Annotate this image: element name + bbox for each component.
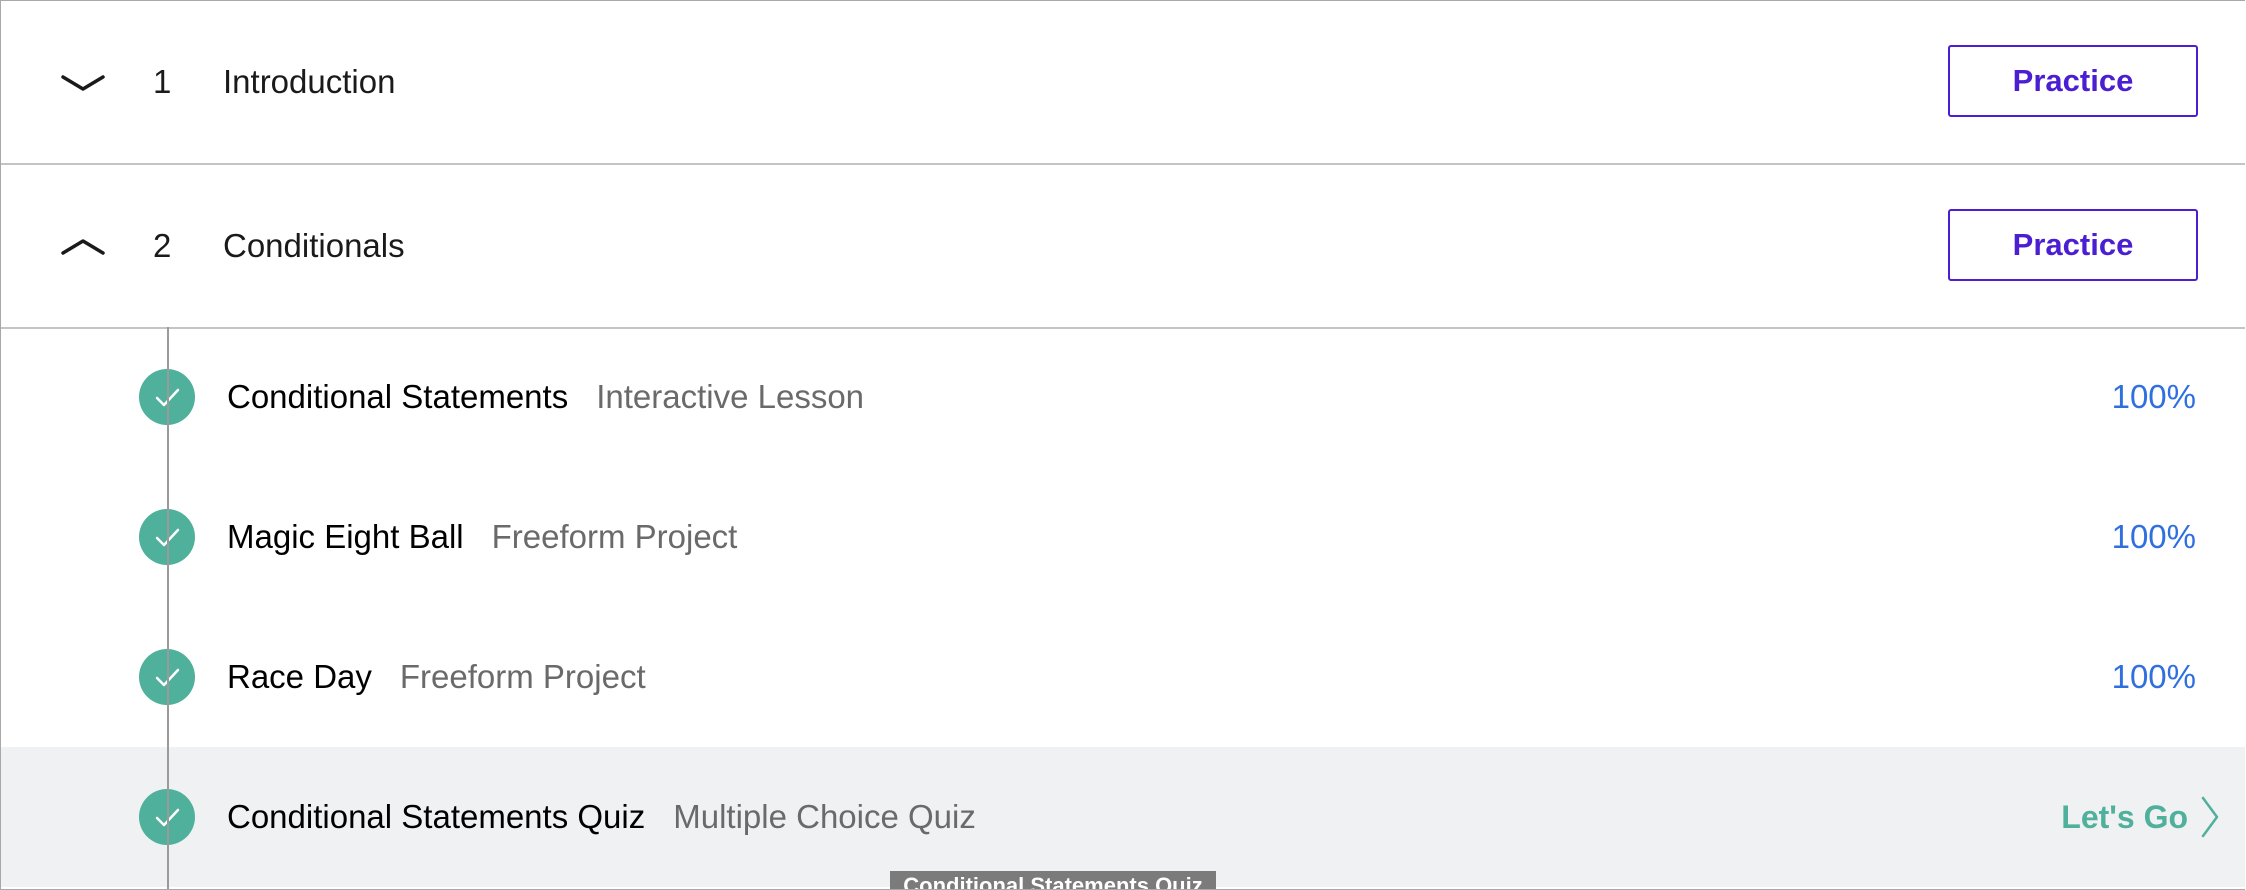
lesson-progress: 100%	[2111, 658, 2196, 695]
module-row-introduction[interactable]: 1 Introduction Practice	[1, 1, 2245, 165]
module-title: Introduction	[223, 63, 396, 100]
practice-button[interactable]: Practice	[1948, 45, 2198, 117]
module-row-conditionals[interactable]: 2 Conditionals Practice	[1, 165, 2245, 329]
lets-go-label: Let's Go	[2061, 798, 2188, 835]
lesson-timeline-line	[167, 327, 169, 889]
module-number: 1	[153, 63, 172, 100]
lesson-title: Magic Eight Ball	[227, 518, 464, 555]
lesson-progress: 100%	[2111, 518, 2196, 555]
lesson-type: Freeform Project	[491, 518, 738, 555]
lesson-title: Conditional Statements	[227, 378, 569, 415]
chevron-up-icon[interactable]	[59, 223, 107, 271]
lesson-progress: 100%	[2111, 378, 2196, 415]
lesson-title: Race Day	[227, 658, 372, 695]
lesson-type: Freeform Project	[399, 658, 646, 695]
module-number: 2	[153, 227, 172, 264]
tooltip: Conditional Statements Quiz	[890, 871, 1216, 889]
lesson-row-active[interactable]: Conditional Statements Quiz Multiple Choi…	[1, 747, 2245, 887]
module-title: Conditionals	[223, 227, 405, 264]
chevron-down-icon[interactable]	[59, 59, 107, 107]
lesson-row[interactable]: Conditional Statements Interactive Lesson…	[1, 327, 2245, 467]
lesson-row[interactable]: Race Day Freeform Project 100%	[1, 607, 2245, 747]
lesson-type: Interactive Lesson	[596, 378, 865, 415]
course-syllabus: 1 Introduction Practice 2 Conditionals P…	[0, 0, 2245, 890]
chevron-right-icon	[2201, 796, 2219, 838]
lesson-row[interactable]: Magic Eight Ball Freeform Project 100%	[1, 467, 2245, 607]
practice-button[interactable]: Practice	[1948, 209, 2198, 281]
lets-go-button[interactable]: Let's Go	[2061, 795, 2220, 839]
lesson-type: Multiple Choice Quiz	[673, 798, 976, 835]
lesson-title: Conditional Statements Quiz	[227, 798, 646, 835]
